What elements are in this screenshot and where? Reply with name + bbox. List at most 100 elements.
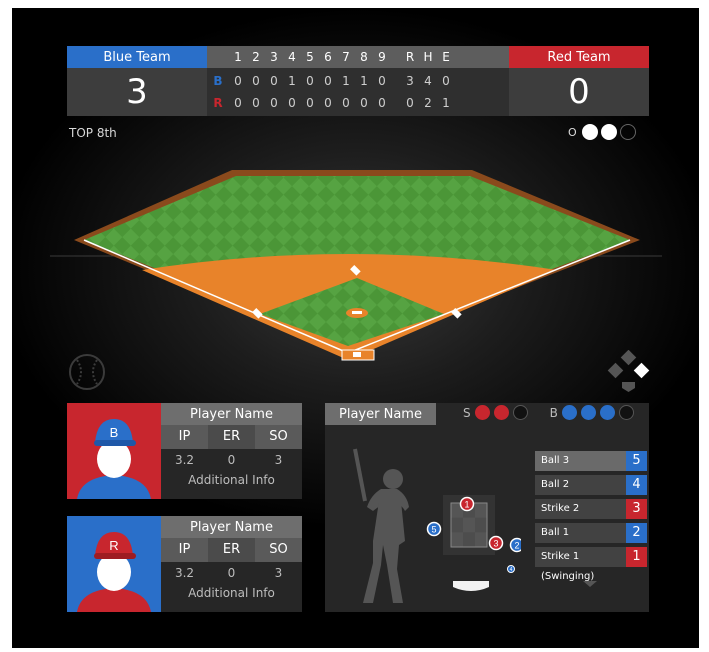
- inning-score: 0: [234, 74, 242, 88]
- inning-score: 0: [342, 96, 350, 110]
- linescore-home-row: R 0 0 0 0 0 0 0 0 0 0 2 1: [207, 92, 455, 114]
- inning-header: 5: [306, 50, 314, 64]
- third-base-marker: [607, 362, 624, 379]
- batter-silhouette: [353, 448, 409, 603]
- stat-values: 3.2 0 3: [161, 453, 302, 467]
- pitcher-name: Player Name: [161, 516, 302, 538]
- home-plate: [353, 352, 361, 357]
- runs-header: R: [405, 50, 415, 64]
- hits-total: 4: [424, 74, 432, 88]
- inning-score: 0: [306, 96, 314, 110]
- stat-value-er: 0: [227, 566, 236, 580]
- pitch-result-label: Strike 1 (Swinging): [535, 547, 626, 582]
- errors-header: E: [442, 50, 450, 64]
- pitch-log-row[interactable]: Ball 35: [535, 451, 647, 471]
- additional-info: Additional Info: [188, 473, 275, 487]
- inning-score: 1: [288, 74, 296, 88]
- player-avatar: B: [67, 403, 161, 499]
- linescore-header: 1 2 3 4 5 6 7 8 9 R H E: [207, 46, 509, 68]
- home-plate-icon: [453, 581, 489, 591]
- pitch-log-row[interactable]: Strike 1 (Swinging) 1: [535, 547, 647, 582]
- inning-score: 0: [378, 74, 386, 88]
- batter-name: Player Name: [325, 403, 436, 425]
- pitch-number: 5: [626, 451, 647, 471]
- stat-header-so: SO: [255, 538, 302, 562]
- pitch-result-label: Ball 3: [535, 451, 626, 471]
- away-team-score: 3: [67, 68, 207, 116]
- pitch-number: 4: [626, 475, 647, 495]
- inning-score: 1: [342, 74, 350, 88]
- home-plate-marker: [622, 382, 635, 392]
- inning-score: 0: [378, 96, 386, 110]
- stat-value-so: 3: [274, 453, 283, 467]
- cap-letter: B: [110, 425, 119, 440]
- pitch-marker: 5: [426, 521, 442, 537]
- inning-score: 1: [360, 74, 368, 88]
- scroll-down-arrow[interactable]: [583, 581, 597, 587]
- inning-header: 8: [360, 50, 368, 64]
- pitchers-rubber: [352, 311, 362, 314]
- pitch-result-label: Ball 2: [535, 475, 626, 495]
- inning-score: 0: [270, 74, 278, 88]
- inning-header: 3: [270, 50, 278, 64]
- hits-header: H: [423, 50, 433, 64]
- inning-score: 0: [288, 96, 296, 110]
- pitch-log: Ball 35Ball 24Strike 2 (Looking)3Ball 12…: [535, 451, 647, 582]
- pitcher-name: Player Name: [161, 403, 302, 425]
- at-bat-panel: Player Name S B 1 2 3 4 5 Ball 3 5 Ball …: [325, 403, 649, 612]
- stat-value-er: 0: [227, 453, 236, 467]
- ball-dot: [618, 405, 634, 420]
- home-team-name: Red Team: [509, 46, 649, 68]
- pitch-result-label: Ball 1: [535, 523, 626, 543]
- pitch-number: 2: [626, 523, 647, 543]
- out-dot: [619, 124, 636, 140]
- stat-header-ip: IP: [161, 425, 208, 449]
- strike-dot: [512, 405, 528, 420]
- errors-total: 1: [442, 96, 450, 110]
- ball-dot: [580, 405, 596, 420]
- out-dot: [600, 124, 617, 140]
- inning-score: 0: [324, 96, 332, 110]
- inning-header: 7: [342, 50, 350, 64]
- inning-score: 0: [306, 74, 314, 88]
- runs-total: 0: [406, 96, 414, 110]
- errors-total: 0: [442, 74, 450, 88]
- away-team-name: Blue Team: [67, 46, 207, 68]
- pitch-marker: 1: [459, 496, 475, 512]
- stat-value-so: 3: [274, 566, 283, 580]
- inning-header: 1: [234, 50, 242, 64]
- strike-dot: [493, 405, 509, 420]
- runs-total: 3: [406, 74, 414, 88]
- pitch-marker: 4: [507, 565, 515, 573]
- home-team-score: 0: [509, 68, 649, 116]
- pitch-log-row[interactable]: Strike 2 (Looking)3: [535, 499, 647, 534]
- home-team-letter: R: [213, 96, 223, 110]
- pitch-log-row[interactable]: Ball 24: [535, 475, 647, 495]
- game-tracker: Blue Team 3 Red Team 0 1 2 3 4 5 6 7 8 9…: [12, 8, 699, 648]
- inning-header: 4: [288, 50, 296, 64]
- linescore: 1 2 3 4 5 6 7 8 9 R H E B 0 0 0 1 0 0 1 …: [207, 46, 509, 116]
- out-dot: [581, 124, 598, 140]
- inning-score: 0: [252, 96, 260, 110]
- stat-headers: IP ER SO: [161, 538, 302, 562]
- stat-header-er: ER: [208, 538, 255, 562]
- inning-score: 0: [270, 96, 278, 110]
- pitch-log-row[interactable]: Ball 12: [535, 523, 647, 543]
- pitch-marker: 3: [488, 535, 504, 551]
- inning-indicator: TOP 8th: [69, 126, 117, 140]
- inning-score: 0: [324, 74, 332, 88]
- outs-indicator: O: [568, 124, 636, 140]
- pitcher-card-home: R Player Name IP ER SO 3.2 0 3 Additiona…: [67, 516, 302, 612]
- pitch-marker: 2: [509, 537, 521, 553]
- inning-header: 6: [324, 50, 332, 64]
- inning-header: 9: [378, 50, 386, 64]
- svg-text:4: 4: [510, 567, 513, 573]
- inning-header: 2: [252, 50, 260, 64]
- inning-score: 0: [252, 74, 260, 88]
- strike-zone: 1 2 3 4 5: [426, 495, 521, 573]
- svg-text:1: 1: [464, 500, 469, 510]
- strikes-label: S: [463, 405, 471, 420]
- pitch-result-label: Strike 2 (Looking): [535, 499, 626, 534]
- player-avatar: R: [67, 516, 161, 612]
- baseball-field: [50, 170, 662, 361]
